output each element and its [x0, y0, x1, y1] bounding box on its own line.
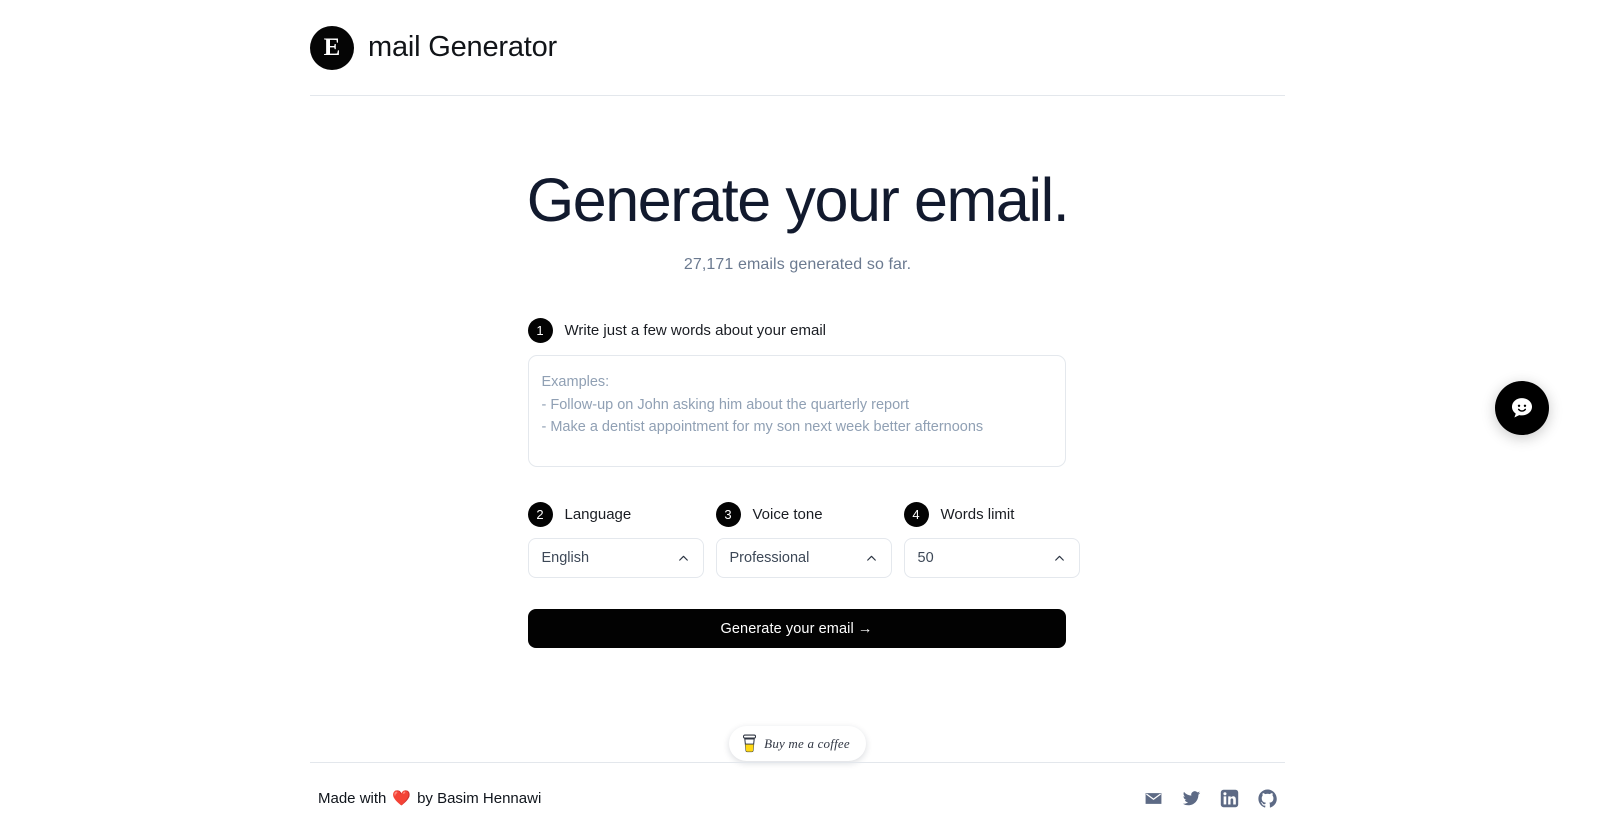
footer-credit: Made with ❤️ by Basim Hennawi — [318, 790, 541, 807]
hero-section: Generate your email. 27,171 emails gener… — [310, 96, 1285, 274]
footer-made-with-text: Made with — [318, 790, 387, 807]
step-4-label: Words limit — [940, 506, 1015, 524]
github-icon[interactable] — [1258, 789, 1277, 808]
brand-title: mail Generator — [368, 31, 557, 63]
step-2-label: Language — [564, 506, 632, 524]
step-3-badge: 3 — [715, 502, 741, 528]
words-limit-select[interactable]: 50 — [903, 538, 1080, 579]
email-icon[interactable] — [1144, 789, 1163, 808]
chevron-up-icon — [1054, 555, 1064, 561]
coffee-cup-icon — [743, 734, 757, 753]
voice-tone-select[interactable]: Professional — [715, 538, 892, 579]
coffee-widget-wrap: Buy me a coffee — [310, 726, 1285, 762]
twitter-icon[interactable] — [1182, 789, 1201, 808]
buy-me-a-coffee-button[interactable]: Buy me a coffee — [729, 726, 866, 762]
chat-widget-button[interactable] — [1495, 381, 1549, 435]
language-select[interactable]: English — [527, 538, 704, 579]
chat-smiley-icon — [1511, 398, 1533, 418]
step-1-badge: 1 — [527, 318, 553, 344]
brand-link[interactable]: E mail Generator — [310, 25, 557, 70]
words-limit-option: 4 Words limit 50 — [903, 502, 1080, 579]
footer-author-text: by Basim Hennawi — [417, 790, 542, 807]
site-footer: Made with ❤️ by Basim Hennawi — [310, 762, 1285, 834]
main-content: Generate your email. 27,171 emails gener… — [310, 96, 1285, 762]
step-4-header: 4 Words limit — [903, 502, 1080, 528]
step-1-label: Write just a few words about your email — [564, 322, 827, 340]
step-2-badge: 2 — [527, 502, 553, 528]
language-select-value: English — [541, 550, 590, 567]
email-generator-form: 1 Write just a few words about your emai… — [527, 274, 1080, 649]
generated-count-text: 27,171 emails generated so far. — [683, 256, 912, 274]
email-prompt-input[interactable] — [527, 355, 1066, 468]
app-page: E mail Generator Generate your email. 27… — [0, 0, 1600, 834]
chevron-up-icon — [866, 555, 876, 561]
step-4-badge: 4 — [903, 502, 929, 528]
step-3-header: 3 Voice tone — [715, 502, 892, 528]
options-row: 2 Language English 3 Voice tone Professi… — [527, 502, 1080, 579]
coffee-label: Buy me a coffee — [764, 735, 850, 751]
generate-email-button[interactable]: Generate your email → — [527, 609, 1066, 649]
step-1-header: 1 Write just a few words about your emai… — [527, 318, 1068, 344]
chevron-up-icon — [678, 555, 688, 561]
circle-e-logo: E — [310, 25, 354, 70]
step-2-header: 2 Language — [527, 502, 704, 528]
page-title: Generate your email. — [526, 166, 1070, 234]
voice-tone-option: 3 Voice tone Professional — [715, 502, 892, 579]
linkedin-icon[interactable] — [1220, 789, 1239, 808]
heart-icon: ❤️ — [392, 790, 412, 807]
words-limit-select-value: 50 — [917, 550, 934, 567]
step-3-label: Voice tone — [752, 506, 823, 524]
social-links — [1144, 789, 1277, 808]
voice-tone-select-value: Professional — [729, 550, 810, 567]
language-option: 2 Language English — [527, 502, 704, 579]
site-header: E mail Generator — [310, 0, 1285, 96]
